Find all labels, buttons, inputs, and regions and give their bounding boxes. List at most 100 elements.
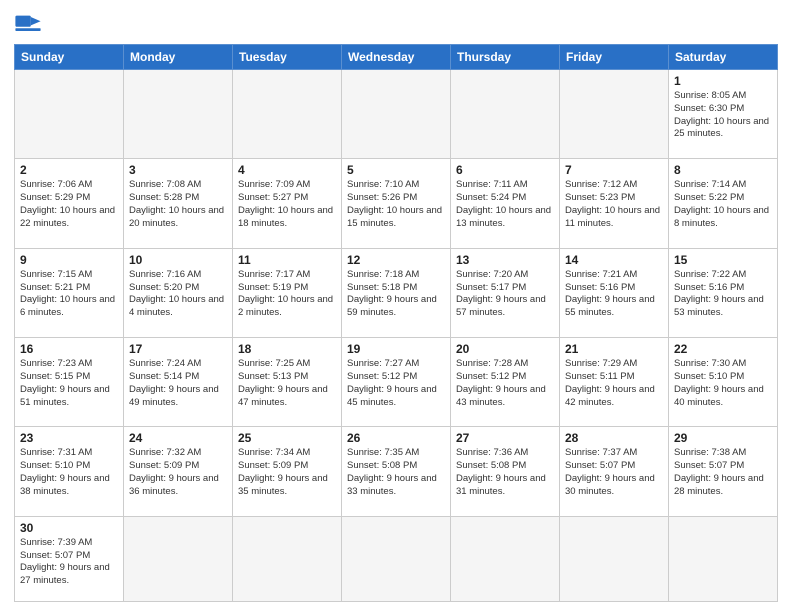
day-info: Sunrise: 7:31 AM Sunset: 5:10 PM Dayligh… <box>20 447 118 498</box>
calendar-cell <box>669 516 778 601</box>
calendar-week-row: 1 Sunrise: 8:05 AM Sunset: 6:30 PM Daylig… <box>15 70 778 159</box>
calendar-cell: 1 Sunrise: 8:05 AM Sunset: 6:30 PM Daylig… <box>669 70 778 159</box>
calendar-cell <box>560 516 669 601</box>
calendar-cell: 17 Sunrise: 7:24 AM Sunset: 5:14 PM Dayli… <box>124 338 233 427</box>
calendar-cell: 18 Sunrise: 7:25 AM Sunset: 5:13 PM Dayli… <box>233 338 342 427</box>
calendar-cell: 12 Sunrise: 7:18 AM Sunset: 5:18 PM Dayli… <box>342 248 451 337</box>
calendar-cell: 29 Sunrise: 7:38 AM Sunset: 5:07 PM Dayli… <box>669 427 778 516</box>
calendar-cell <box>233 70 342 159</box>
day-info: Sunrise: 7:29 AM Sunset: 5:11 PM Dayligh… <box>565 358 663 409</box>
day-info: Sunrise: 7:08 AM Sunset: 5:28 PM Dayligh… <box>129 179 227 230</box>
day-number: 1 <box>674 74 772 88</box>
day-info: Sunrise: 7:11 AM Sunset: 5:24 PM Dayligh… <box>456 179 554 230</box>
day-info: Sunrise: 7:17 AM Sunset: 5:19 PM Dayligh… <box>238 269 336 320</box>
day-info: Sunrise: 7:12 AM Sunset: 5:23 PM Dayligh… <box>565 179 663 230</box>
day-number: 2 <box>20 163 118 177</box>
calendar-cell <box>451 516 560 601</box>
calendar-cell <box>15 70 124 159</box>
day-number: 29 <box>674 431 772 445</box>
generalblue-logo-icon <box>14 10 42 38</box>
logo <box>14 10 46 38</box>
weekday-header-monday: Monday <box>124 45 233 70</box>
weekday-header-saturday: Saturday <box>669 45 778 70</box>
day-info: Sunrise: 7:39 AM Sunset: 5:07 PM Dayligh… <box>20 537 118 588</box>
day-number: 15 <box>674 253 772 267</box>
weekday-header-thursday: Thursday <box>451 45 560 70</box>
calendar-cell: 23Sunrise: 7:31 AM Sunset: 5:10 PM Dayli… <box>15 427 124 516</box>
calendar-cell: 11Sunrise: 7:17 AM Sunset: 5:19 PM Dayli… <box>233 248 342 337</box>
calendar-cell: 5 Sunrise: 7:10 AM Sunset: 5:26 PM Daylig… <box>342 159 451 248</box>
calendar-week-row: 30 Sunrise: 7:39 AM Sunset: 5:07 PM Dayli… <box>15 516 778 601</box>
calendar-week-row: 16 Sunrise: 7:23 AM Sunset: 5:15 PM Dayli… <box>15 338 778 427</box>
day-info: Sunrise: 7:28 AM Sunset: 5:12 PM Dayligh… <box>456 358 554 409</box>
day-info: Sunrise: 7:10 AM Sunset: 5:26 PM Dayligh… <box>347 179 445 230</box>
calendar-cell: 26Sunrise: 7:35 AM Sunset: 5:08 PM Dayli… <box>342 427 451 516</box>
day-info: Sunrise: 7:18 AM Sunset: 5:18 PM Dayligh… <box>347 269 445 320</box>
day-info: Sunrise: 7:32 AM Sunset: 5:09 PM Dayligh… <box>129 447 227 498</box>
calendar-cell: 2 Sunrise: 7:06 AM Sunset: 5:29 PM Daylig… <box>15 159 124 248</box>
day-info: Sunrise: 7:24 AM Sunset: 5:14 PM Dayligh… <box>129 358 227 409</box>
day-number: 5 <box>347 163 445 177</box>
day-number: 20 <box>456 342 554 356</box>
day-info: Sunrise: 7:20 AM Sunset: 5:17 PM Dayligh… <box>456 269 554 320</box>
weekday-header-wednesday: Wednesday <box>342 45 451 70</box>
day-number: 18 <box>238 342 336 356</box>
day-info: Sunrise: 7:36 AM Sunset: 5:08 PM Dayligh… <box>456 447 554 498</box>
calendar-cell: 16 Sunrise: 7:23 AM Sunset: 5:15 PM Dayli… <box>15 338 124 427</box>
day-number: 26 <box>347 431 445 445</box>
day-info: Sunrise: 7:38 AM Sunset: 5:07 PM Dayligh… <box>674 447 772 498</box>
header <box>14 10 778 38</box>
calendar-cell: 9 Sunrise: 7:15 AM Sunset: 5:21 PM Daylig… <box>15 248 124 337</box>
calendar-cell: 3 Sunrise: 7:08 AM Sunset: 5:28 PM Daylig… <box>124 159 233 248</box>
day-number: 24 <box>129 431 227 445</box>
day-info: Sunrise: 8:05 AM Sunset: 6:30 PM Dayligh… <box>674 90 772 141</box>
calendar-cell: 8Sunrise: 7:14 AM Sunset: 5:22 PM Daylig… <box>669 159 778 248</box>
calendar-cell <box>233 516 342 601</box>
calendar-cell: 13Sunrise: 7:20 AM Sunset: 5:17 PM Dayli… <box>451 248 560 337</box>
calendar-cell: 7 Sunrise: 7:12 AM Sunset: 5:23 PM Daylig… <box>560 159 669 248</box>
calendar-cell: 27Sunrise: 7:36 AM Sunset: 5:08 PM Dayli… <box>451 427 560 516</box>
calendar-cell <box>342 516 451 601</box>
day-number: 17 <box>129 342 227 356</box>
day-number: 28 <box>565 431 663 445</box>
calendar-cell <box>342 70 451 159</box>
calendar-cell <box>124 516 233 601</box>
day-number: 25 <box>238 431 336 445</box>
day-number: 9 <box>20 253 118 267</box>
weekday-header-row: SundayMondayTuesdayWednesdayThursdayFrid… <box>15 45 778 70</box>
calendar-cell <box>124 70 233 159</box>
day-number: 12 <box>347 253 445 267</box>
day-info: Sunrise: 7:14 AM Sunset: 5:22 PM Dayligh… <box>674 179 772 230</box>
calendar-week-row: 2 Sunrise: 7:06 AM Sunset: 5:29 PM Daylig… <box>15 159 778 248</box>
day-info: Sunrise: 7:15 AM Sunset: 5:21 PM Dayligh… <box>20 269 118 320</box>
calendar-cell: 6 Sunrise: 7:11 AM Sunset: 5:24 PM Daylig… <box>451 159 560 248</box>
page: SundayMondayTuesdayWednesdayThursdayFrid… <box>0 0 792 612</box>
calendar: SundayMondayTuesdayWednesdayThursdayFrid… <box>14 44 778 602</box>
day-info: Sunrise: 7:21 AM Sunset: 5:16 PM Dayligh… <box>565 269 663 320</box>
day-info: Sunrise: 7:30 AM Sunset: 5:10 PM Dayligh… <box>674 358 772 409</box>
day-number: 21 <box>565 342 663 356</box>
day-info: Sunrise: 7:06 AM Sunset: 5:29 PM Dayligh… <box>20 179 118 230</box>
day-number: 6 <box>456 163 554 177</box>
calendar-cell: 14 Sunrise: 7:21 AM Sunset: 5:16 PM Dayli… <box>560 248 669 337</box>
day-info: Sunrise: 7:37 AM Sunset: 5:07 PM Dayligh… <box>565 447 663 498</box>
day-number: 7 <box>565 163 663 177</box>
day-number: 22 <box>674 342 772 356</box>
calendar-cell: 21 Sunrise: 7:29 AM Sunset: 5:11 PM Dayli… <box>560 338 669 427</box>
calendar-cell: 15Sunrise: 7:22 AM Sunset: 5:16 PM Dayli… <box>669 248 778 337</box>
day-number: 3 <box>129 163 227 177</box>
calendar-cell: 20 Sunrise: 7:28 AM Sunset: 5:12 PM Dayli… <box>451 338 560 427</box>
calendar-week-row: 9 Sunrise: 7:15 AM Sunset: 5:21 PM Daylig… <box>15 248 778 337</box>
calendar-cell: 10 Sunrise: 7:16 AM Sunset: 5:20 PM Dayli… <box>124 248 233 337</box>
day-info: Sunrise: 7:23 AM Sunset: 5:15 PM Dayligh… <box>20 358 118 409</box>
day-number: 30 <box>20 521 118 535</box>
calendar-cell <box>560 70 669 159</box>
day-number: 10 <box>129 253 227 267</box>
day-info: Sunrise: 7:25 AM Sunset: 5:13 PM Dayligh… <box>238 358 336 409</box>
day-info: Sunrise: 7:16 AM Sunset: 5:20 PM Dayligh… <box>129 269 227 320</box>
weekday-header-friday: Friday <box>560 45 669 70</box>
day-number: 16 <box>20 342 118 356</box>
day-number: 14 <box>565 253 663 267</box>
calendar-cell: 28 Sunrise: 7:37 AM Sunset: 5:07 PM Dayli… <box>560 427 669 516</box>
weekday-header-tuesday: Tuesday <box>233 45 342 70</box>
